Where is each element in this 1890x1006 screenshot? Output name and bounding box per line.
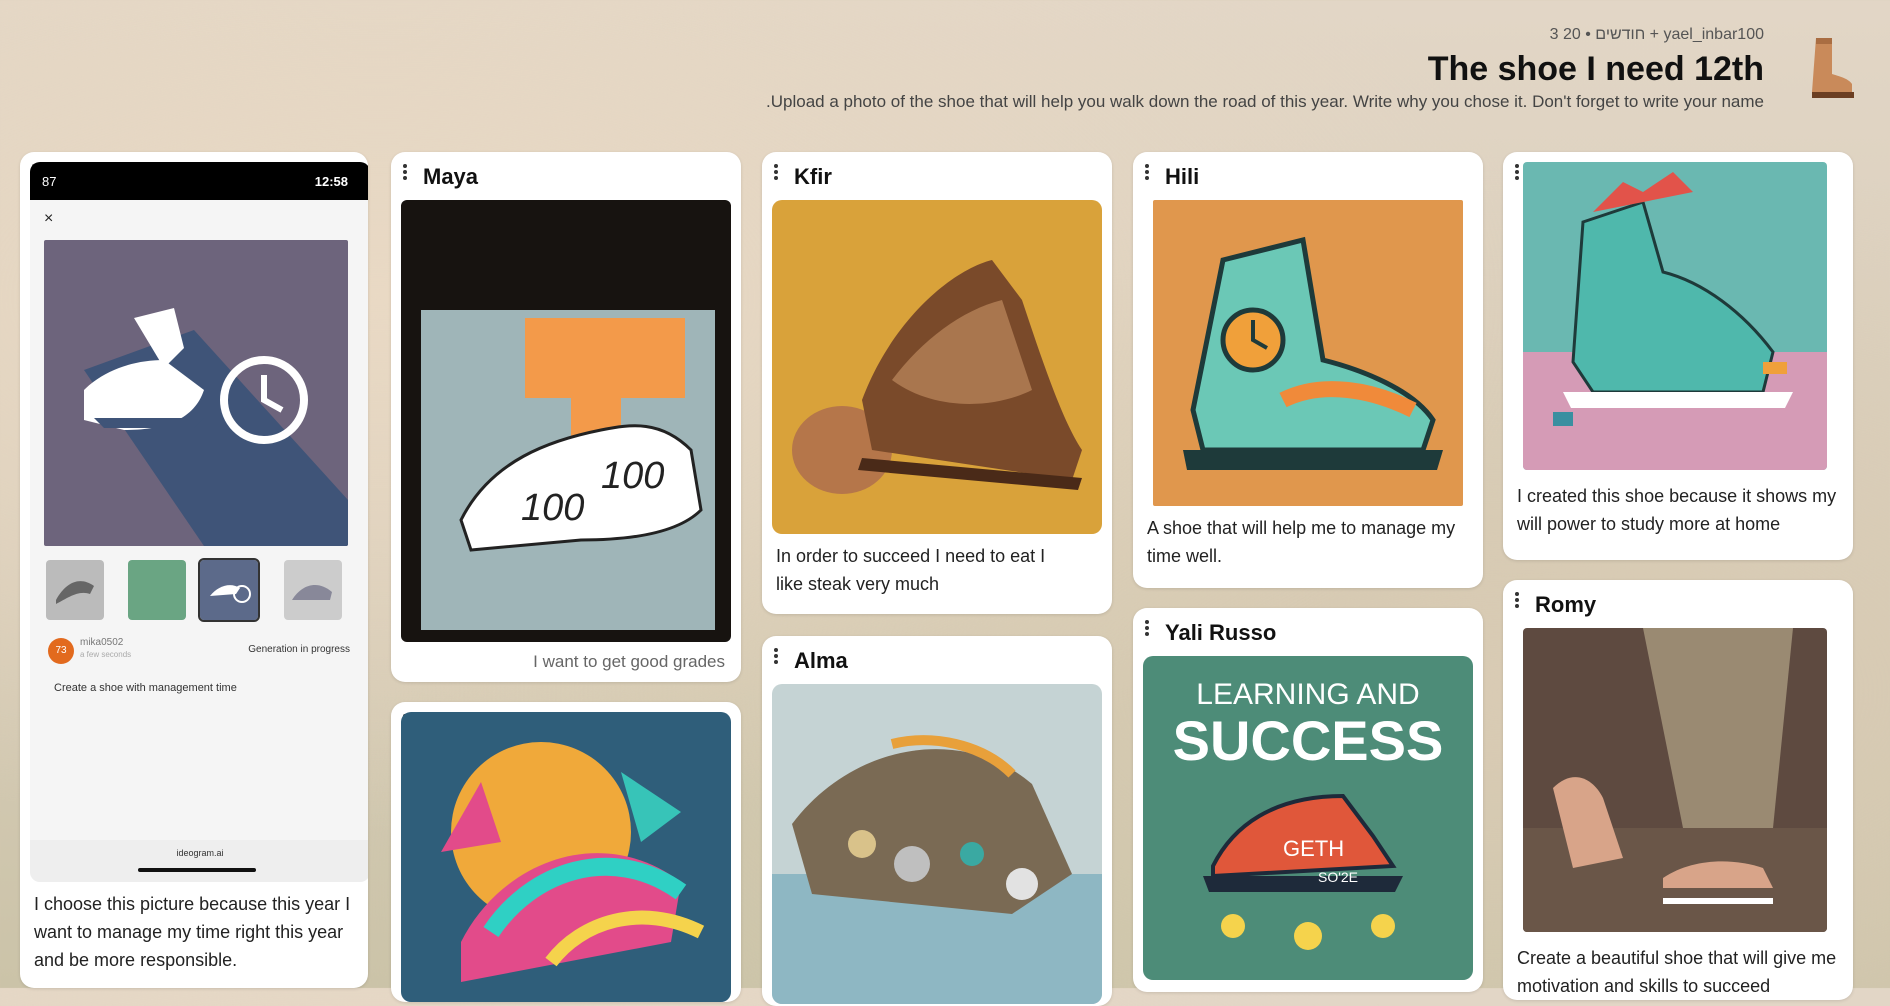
card-menu-icon[interactable] <box>1515 592 1519 608</box>
post-card-3[interactable] <box>391 702 741 1002</box>
phone-user-time: a few seconds <box>80 650 132 659</box>
card-image: LEARNING AND SUCCESS GETH SO'2E <box>1143 656 1473 980</box>
thumbnail-2[interactable] <box>128 560 186 620</box>
post-meta: 3 חודשים • 20 + yael_inbar100 <box>1549 26 1764 43</box>
card-author: Hili <box>1165 164 1200 189</box>
svg-text:100: 100 <box>521 487 584 529</box>
post-card-maya[interactable]: Maya 100 100 I want to get good grades <box>391 152 741 682</box>
board-title: The shoe I need 12th <box>1427 50 1764 88</box>
thumbnail-3[interactable] <box>198 558 260 622</box>
generation-status: Generation in progress <box>248 644 350 655</box>
phone-prompt: Create a shoe with management time <box>54 682 237 694</box>
phone-status-bar: 87 12:58 <box>30 162 368 200</box>
card-menu-icon[interactable] <box>774 164 778 180</box>
post-card-romy[interactable]: Romy Create a beautiful shoe that will g… <box>1503 580 1853 1000</box>
card-author: Maya <box>423 164 479 189</box>
card-caption: I choose this picture because this year … <box>34 894 351 970</box>
card-menu-icon[interactable] <box>1145 620 1149 636</box>
card-caption: In order to succeed I need to eat I like… <box>776 546 1046 594</box>
avatar: 73 <box>48 638 74 664</box>
post-card-yali-russo[interactable]: Yali Russo LEARNING AND SUCCESS GETH SO'… <box>1133 608 1483 992</box>
card-image: 100 100 <box>401 200 731 642</box>
home-indicator <box>138 868 256 872</box>
boot-icon <box>1812 38 1854 98</box>
card-image <box>1153 200 1463 506</box>
post-card-kfir[interactable]: Kfir In order to succeed I need to eat I… <box>762 152 1112 614</box>
card-author: Kfir <box>794 164 832 189</box>
card-image <box>772 200 1102 534</box>
card-menu-icon[interactable] <box>1515 164 1519 180</box>
svg-text:100: 100 <box>601 455 664 497</box>
card-author: Yali Russo <box>1165 620 1277 645</box>
card-menu-icon[interactable] <box>1145 164 1149 180</box>
card-caption: A shoe that will help me to manage my ti… <box>1147 518 1456 566</box>
card-image <box>1523 628 1827 932</box>
image-text-geth: GETH <box>1283 836 1344 861</box>
phone-url: ideogram.ai <box>176 848 224 858</box>
close-icon: × <box>44 210 54 227</box>
card-image <box>772 684 1102 1004</box>
post-card-alma[interactable]: Alma <box>762 636 1112 1006</box>
post-card-hili[interactable]: Hili A shoe that will help me to manage … <box>1133 152 1483 588</box>
card-caption: I want to get good grades <box>533 652 725 671</box>
image-text-learning: LEARNING AND <box>1196 678 1419 711</box>
post-card-1[interactable]: 87 12:58 × 73 mika0502 a few seconds Gen… <box>20 152 368 988</box>
phone-footer: ideogram.ai <box>30 840 368 882</box>
card-author: Alma <box>794 648 848 673</box>
phone-screenshot: 87 12:58 × 73 mika0502 a few seconds Gen… <box>30 162 368 882</box>
image-text-soze: SO'2E <box>1318 869 1358 885</box>
card-author: Romy <box>1535 592 1597 617</box>
board-description: .Upload a photo of the shoe that will he… <box>766 92 1764 111</box>
card-image <box>1523 162 1827 470</box>
phone-battery: 87 <box>42 174 57 189</box>
card-caption: I created this shoe because it shows my … <box>1517 486 1837 534</box>
thumbnail-4[interactable] <box>284 560 342 620</box>
card-image <box>401 712 731 1002</box>
card-menu-icon[interactable] <box>774 648 778 664</box>
thumbnail-1[interactable] <box>46 560 104 620</box>
phone-time: 12:58 <box>314 174 348 189</box>
card-menu-icon[interactable] <box>403 164 407 180</box>
image-text-success: SUCCESS <box>1173 709 1444 772</box>
post-card-8[interactable]: I created this shoe because it shows my … <box>1503 152 1853 560</box>
generated-shoe-image <box>44 240 348 546</box>
phone-username: mika0502 <box>80 637 124 648</box>
card-caption: Create a beautiful shoe that will give m… <box>1517 948 1837 996</box>
